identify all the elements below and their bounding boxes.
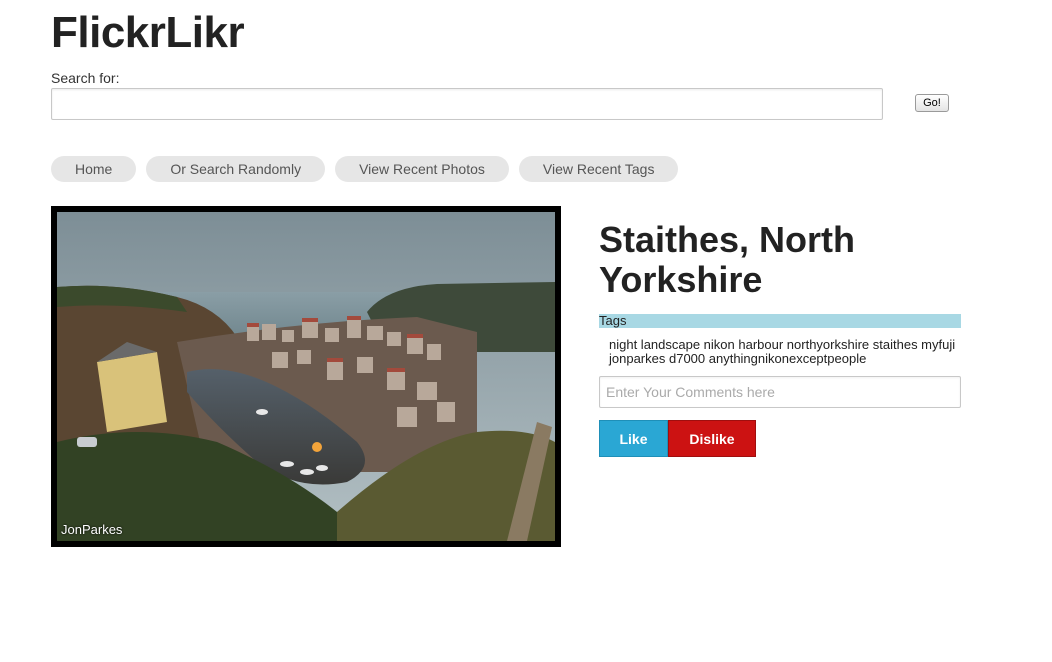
nav-search-randomly[interactable]: Or Search Randomly xyxy=(146,156,326,182)
search-input[interactable] xyxy=(51,88,883,120)
site-title: FlickrLikr xyxy=(51,8,245,57)
nav-view-recent-tags[interactable]: View Recent Tags xyxy=(518,156,679,182)
nav-bar: Home Or Search Randomly View Recent Phot… xyxy=(51,156,679,182)
nav-view-recent-photos[interactable]: View Recent Photos xyxy=(335,156,509,182)
comment-input[interactable] xyxy=(599,376,961,408)
photo-frame: JonParkes xyxy=(51,206,561,547)
like-button[interactable]: Like xyxy=(599,420,668,457)
search-label: Search for: xyxy=(51,70,120,86)
dislike-button[interactable]: Dislike xyxy=(668,420,756,457)
nav-home[interactable]: Home xyxy=(51,156,137,182)
photo-illustration xyxy=(57,212,555,541)
go-button[interactable]: Go! xyxy=(915,94,949,112)
photo-image: JonParkes xyxy=(57,212,555,541)
tags-list: night landscape nikon harbour northyorks… xyxy=(609,337,956,366)
photo-title: Staithes, North Yorkshire xyxy=(599,219,856,300)
photo-watermark: JonParkes xyxy=(61,522,123,537)
tags-header: Tags xyxy=(599,314,961,328)
